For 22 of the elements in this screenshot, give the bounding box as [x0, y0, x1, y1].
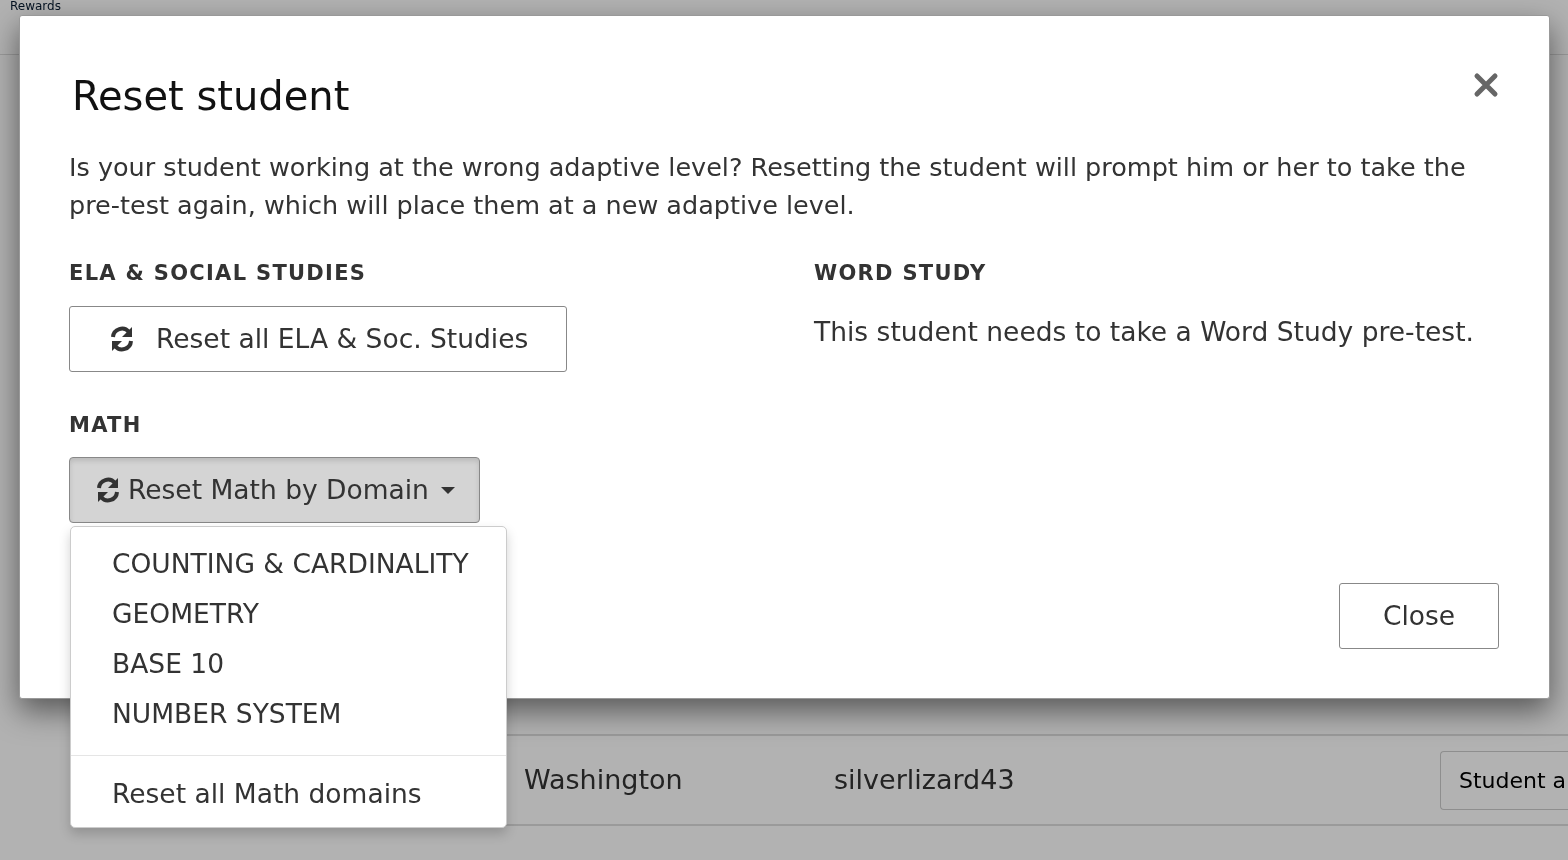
menu-item[interactable]: GEOMETRY [71, 589, 506, 639]
menu-item[interactable]: BASE 10 [71, 639, 506, 689]
table-cell-text: Washington [524, 762, 684, 797]
table-cell-text: silverlizard43 [834, 762, 1016, 797]
section-heading: ELA & SOCIAL STUDIES [69, 260, 368, 287]
section-text: This student needs to take a Word Study pre-test. [814, 314, 1475, 349]
section-heading: MATH [69, 411, 143, 439]
modal-title: Reset student [72, 72, 350, 121]
student-button[interactable]: Student a [1439, 750, 1568, 810]
close-icon[interactable] [1473, 72, 1499, 98]
dropdown-button[interactable]: Reset Math by Domain [69, 457, 480, 523]
refresh-icon [108, 325, 136, 352]
reset-button[interactable]: Reset all ELA & Soc. Studies [69, 305, 568, 372]
section-heading: WORD STUDY [814, 260, 988, 287]
menu-item[interactable]: NUMBER SYSTEM [71, 689, 506, 739]
refresh-icon [94, 477, 122, 503]
description-text: Is your student working at the wrong adaptive level? Resetting the student will prompt him or her to take the pre-test again, which will place them at a new adaptive level. [69, 151, 1467, 222]
caret-icon [440, 486, 455, 494]
nav-link[interactable]: Rewards [10, 0, 61, 12]
menu-item[interactable]: Reset all Math domains [71, 769, 506, 819]
close-button[interactable]: Close [1339, 583, 1499, 649]
menu-item[interactable]: COUNTING & CARDINALITY [71, 539, 506, 589]
